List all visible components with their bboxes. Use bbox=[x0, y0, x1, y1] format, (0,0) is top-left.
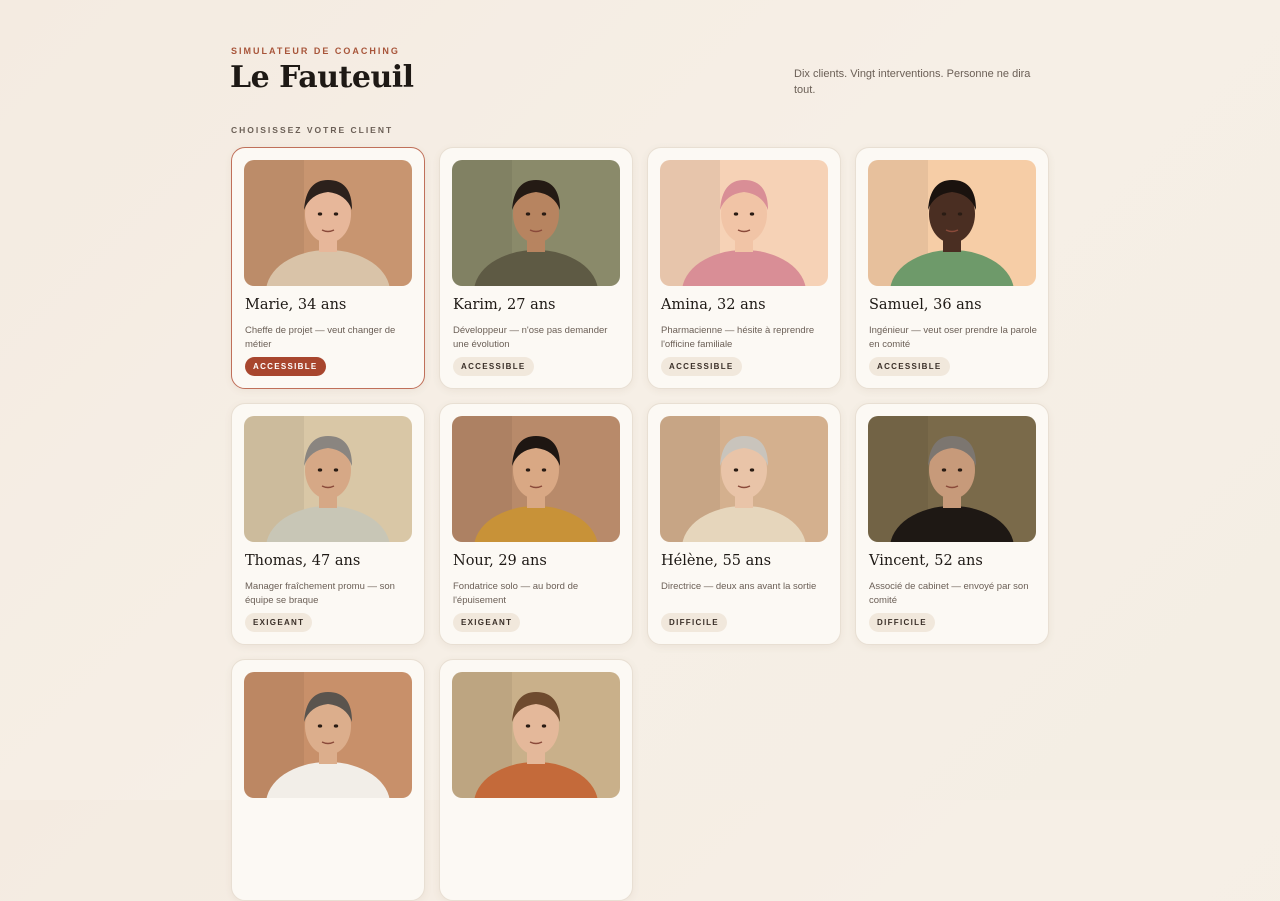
client-portrait bbox=[452, 672, 620, 798]
difficulty-badge: ACCESSIBLE bbox=[245, 357, 326, 376]
difficulty-badge: EXIGEANT bbox=[453, 613, 521, 632]
client-portrait bbox=[660, 416, 828, 542]
client-name: Samuel, 36 ans bbox=[869, 297, 982, 313]
client-portrait bbox=[868, 416, 1036, 542]
client-card[interactable]: Thomas, 47 ans Manager fraîchement promu … bbox=[231, 403, 425, 645]
difficulty-badge: EXIGEANT bbox=[245, 613, 313, 632]
client-portrait bbox=[868, 160, 1036, 286]
difficulty-badge: DIFFICILE bbox=[661, 613, 727, 632]
client-portrait bbox=[660, 160, 828, 286]
tagline: Dix clients. Vingt interventions. Person… bbox=[794, 68, 1031, 96]
client-name: Vincent, 52 ans bbox=[869, 553, 983, 569]
page-title: Le Fauteuil bbox=[230, 60, 414, 95]
client-card[interactable]: Nour, 29 ans Fondatrice solo — au bord de… bbox=[439, 403, 633, 645]
difficulty-badge: ACCESSIBLE bbox=[869, 357, 950, 376]
client-card[interactable]: Hélène, 55 ans Directrice — deux ans avan… bbox=[647, 403, 841, 645]
client-description: Directrice — deux ans avant la sortie bbox=[661, 581, 817, 592]
client-card[interactable]: Vincent, 52 ans Associé de cabinet — envo… bbox=[855, 403, 1049, 645]
client-name: Thomas, 47 ans bbox=[245, 553, 361, 569]
client-description: Manager fraîchement promu — son équipe s… bbox=[245, 581, 395, 606]
client-description: Fondatrice solo — au bord de l'épuisemen… bbox=[453, 581, 579, 606]
client-name: Marie, 34 ans bbox=[245, 297, 347, 313]
client-portrait bbox=[244, 416, 412, 542]
section-label: CHOISISSEZ VOTRE CLIENT bbox=[231, 125, 394, 135]
client-card[interactable]: Marie, 34 ans Cheffe de projet — veut cha… bbox=[231, 147, 425, 389]
eyebrow-label: SIMULATEUR DE COACHING bbox=[231, 46, 400, 56]
client-description: Développeur — n'ose pas demander une évo… bbox=[453, 325, 608, 350]
client-card[interactable]: Amina, 32 ans Pharmacienne — hésite à rep… bbox=[647, 147, 841, 389]
client-name: Karim, 27 ans bbox=[453, 297, 556, 313]
client-card[interactable]: Karim, 27 ans Développeur — n'ose pas dem… bbox=[439, 147, 633, 389]
client-name: Hélène, 55 ans bbox=[661, 553, 772, 569]
client-portrait bbox=[244, 160, 412, 286]
client-portrait bbox=[452, 416, 620, 542]
client-description: Pharmacienne — hésite à reprendre l'offi… bbox=[661, 325, 815, 350]
difficulty-badge: ACCESSIBLE bbox=[661, 357, 742, 376]
client-portrait bbox=[452, 160, 620, 286]
client-card[interactable]: Samuel, 36 ans Ingénieur — veut oser pren… bbox=[855, 147, 1049, 389]
client-description: Associé de cabinet — envoyé par son comi… bbox=[869, 581, 1029, 606]
client-name: Amina, 32 ans bbox=[661, 297, 766, 313]
client-name: Nour, 29 ans bbox=[453, 553, 547, 569]
client-portrait bbox=[244, 672, 412, 798]
difficulty-badge: DIFFICILE bbox=[869, 613, 935, 632]
client-grid: Marie, 34 ans Cheffe de projet — veut cha… bbox=[231, 147, 1049, 901]
client-description: Ingénieur — veut oser prendre la parole … bbox=[869, 325, 1037, 350]
client-card[interactable] bbox=[231, 659, 425, 901]
difficulty-badge: ACCESSIBLE bbox=[453, 357, 534, 376]
client-card[interactable] bbox=[439, 659, 633, 901]
client-description: Cheffe de projet — veut changer de métie… bbox=[245, 325, 396, 350]
